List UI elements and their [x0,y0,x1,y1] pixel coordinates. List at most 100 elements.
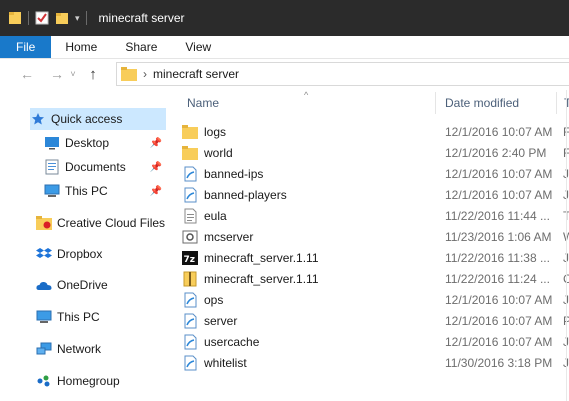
nav-item-this-pc-2[interactable]: This PC [36,306,170,328]
pin-icon[interactable]: 📌 [150,162,162,173]
file-row[interactable]: minecraft_server.1.11 11/22/2016 11:24 ..… [182,268,569,289]
column-header-date-modified[interactable]: Date modified [445,96,519,110]
this-pc-icon [36,309,52,325]
nav-item-desktop[interactable]: Desktop 📌 [44,132,170,154]
file-row[interactable]: eula11/22/2016 11:44 ...T [182,205,569,226]
file-name: world [204,145,233,160]
nav-item-creative-cloud-files[interactable]: Creative Cloud Files [36,212,170,234]
nav-item-this-pc[interactable]: This PC 📌 [44,180,170,202]
nav-item-label: Homegroup [57,374,120,388]
folder-icon [182,145,198,161]
file-name: logs [204,124,227,139]
file-date-modified: 11/22/2016 11:38 ... [445,250,550,265]
batch-file-icon [182,229,198,245]
network-icon [36,341,52,357]
file-name: mcserver [204,229,254,244]
up-arrow-icon[interactable]: ↑ [82,66,104,83]
documents-icon [44,159,60,175]
star-icon [30,111,46,127]
nav-item-documents[interactable]: Documents 📌 [44,156,170,178]
address-bar[interactable]: › minecraft server [116,62,569,86]
file-date-modified: 11/22/2016 11:44 ... [445,208,550,223]
7zip-archive-icon: 7z [182,250,198,266]
ribbon-tabs: File Home Share View [0,36,569,59]
pin-icon[interactable]: 📌 [150,138,162,149]
separator [28,11,29,25]
dropbox-icon [36,246,52,262]
nav-item-onedrive[interactable]: OneDrive [36,274,170,296]
json-file-icon [182,166,198,182]
properties-icon[interactable] [35,11,49,25]
back-arrow-icon[interactable]: ← [16,66,38,82]
creative-cloud-icon [36,215,52,231]
nav-item-label: Documents [65,160,126,174]
nav-item-label: This PC [57,310,100,324]
breadcrumb-separator-icon[interactable]: › [143,67,147,81]
json-file-icon [182,355,198,371]
file-list: ^ Name Date modified T logs12/1/2016 10:… [172,90,569,401]
json-file-icon [182,187,198,203]
sort-ascending-icon: ^ [304,90,309,100]
file-row[interactable]: mcserver11/23/2016 1:06 AMW [182,226,569,247]
pin-icon[interactable]: 📌 [150,186,162,197]
tab-share[interactable]: Share [111,36,171,58]
column-header-name[interactable]: Name [187,96,219,110]
file-date-modified: 12/1/2016 10:07 AM [445,313,553,328]
file-row[interactable]: logs12/1/2016 10:07 AMF [182,121,569,142]
file-date-modified: 11/30/2016 3:18 PM [445,355,553,370]
tab-file[interactable]: File [0,36,52,58]
separator [85,11,87,25]
file-row[interactable]: world12/1/2016 2:40 PMF [182,142,569,163]
nav-item-label: Quick access [51,112,123,126]
folder-icon [121,67,137,81]
file-name: banned-ips [204,166,264,181]
file-name: ops [204,292,224,307]
file-name: minecraft_server.1.11 [204,271,319,286]
customize-toolbar-icon[interactable]: ▾ [75,13,80,24]
onedrive-icon [36,277,52,293]
nav-item-homegroup[interactable]: Homegroup [36,370,170,392]
homegroup-icon [36,373,52,389]
nav-item-label: Desktop [65,136,110,150]
nav-item-label: Creative Cloud Files [57,216,166,230]
nav-item-label: Dropbox [57,247,103,261]
file-row[interactable]: 7z minecraft_server.1.11 11/22/2016 11:38 … [182,247,569,268]
file-date-modified: 11/23/2016 1:06 AM [445,229,552,244]
nav-item-label: OneDrive [57,278,108,292]
forward-arrow-icon[interactable]: → [46,66,68,82]
nav-item-dropbox[interactable]: Dropbox [36,243,170,265]
file-date-modified: 12/1/2016 10:07 AM [445,187,553,202]
folder-icon[interactable] [8,11,22,25]
new-folder-icon[interactable] [55,11,69,25]
file-row[interactable]: banned-ips12/1/2016 10:07 AMJ [182,163,569,184]
file-row[interactable]: server12/1/2016 10:07 AMP [182,310,569,331]
file-date-modified: 12/1/2016 10:07 AM [445,292,553,307]
file-row[interactable]: banned-players12/1/2016 10:07 AMJ [182,184,569,205]
file-name: eula [204,208,227,223]
file-name: banned-players [204,187,287,202]
title-bar: ▾ minecraft server [0,0,569,36]
column-divider[interactable] [435,92,436,114]
file-row[interactable]: usercache12/1/2016 10:07 AMJ [182,331,569,352]
desktop-icon [44,135,60,151]
nav-item-quick-access[interactable]: Quick access [30,108,166,130]
window-title: minecraft server [98,11,185,25]
scrollbar-edge [566,90,567,401]
breadcrumb-current[interactable]: minecraft server [153,67,239,81]
column-divider[interactable] [556,92,557,114]
file-name: whitelist [204,355,247,370]
tab-view[interactable]: View [171,36,225,58]
file-date-modified: 11/22/2016 11:24 ... [445,271,550,286]
file-row[interactable]: whitelist11/30/2016 3:18 PMJ [182,352,569,373]
zip-archive-icon [182,271,198,287]
nav-item-network[interactable]: Network [36,338,170,360]
navigation-pane: Quick access Desktop 📌 Documents 📌 This … [0,90,172,401]
file-date-modified: 12/1/2016 10:07 AM [445,124,553,139]
tab-home[interactable]: Home [51,36,111,58]
recent-locations-chevron-icon[interactable]: ˅ [68,69,78,79]
file-name: minecraft_server.1.11 [204,250,319,265]
navigation-bar: ← → ˅ ↑ › minecraft server [0,59,569,89]
text-file-icon [182,208,198,224]
nav-item-label: Network [57,342,102,356]
file-row[interactable]: ops12/1/2016 10:07 AMJ [182,289,569,310]
